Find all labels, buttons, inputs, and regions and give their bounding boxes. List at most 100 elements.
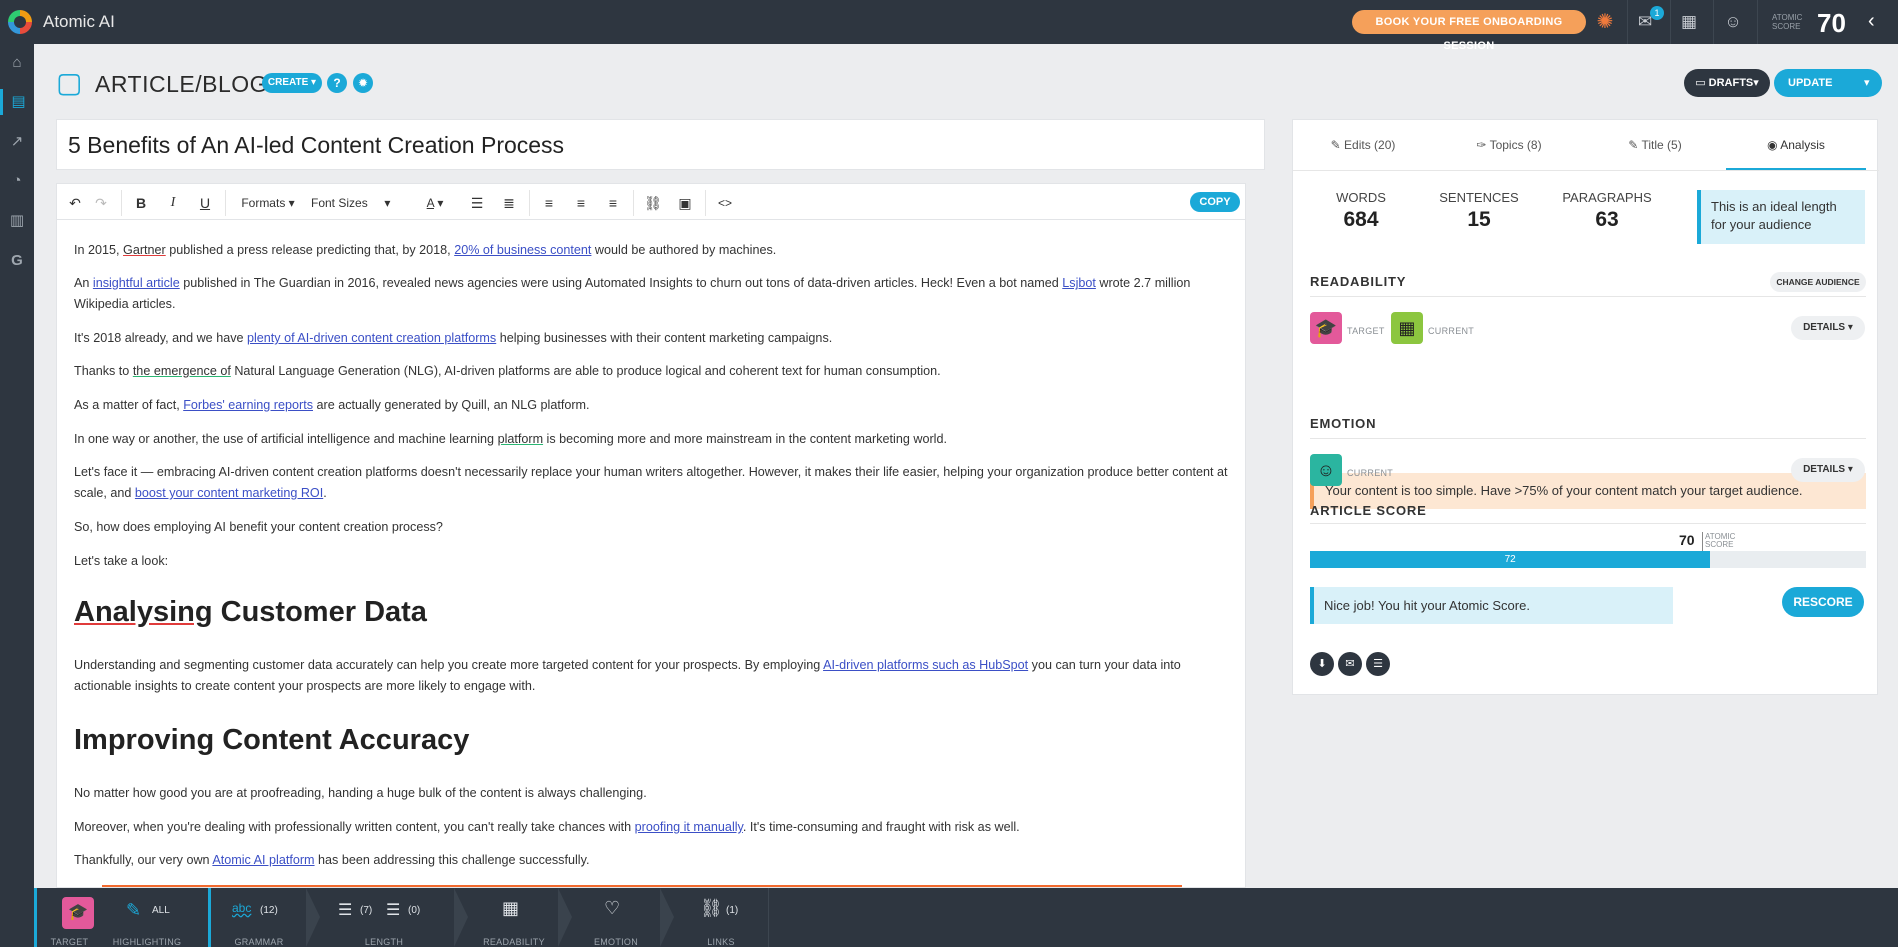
home-icon[interactable]: ⌂ bbox=[0, 50, 34, 76]
heading: Analysing Customer Data bbox=[74, 596, 427, 628]
target-toggle[interactable]: 🎓 TARGET bbox=[34, 888, 102, 947]
document-icon[interactable]: ▤ bbox=[0, 89, 34, 115]
length-toggle[interactable]: ☰ (7) ☰ (0) LENGTH bbox=[324, 888, 444, 947]
divider bbox=[306, 888, 320, 947]
editor-content[interactable]: In 2015, Gartner published a press relea… bbox=[56, 220, 1246, 888]
article-title-field[interactable]: 5 Benefits of An AI-led Content Creation… bbox=[56, 119, 1265, 170]
onboarding-button[interactable]: BOOK YOUR FREE ONBOARDING SESSION bbox=[1352, 10, 1586, 52]
link[interactable]: Lsjbot bbox=[1062, 276, 1096, 290]
divider bbox=[660, 888, 674, 947]
calendar-icon[interactable]: ▦ bbox=[1677, 10, 1701, 34]
link[interactable]: plenty of AI-driven content creation pla… bbox=[247, 331, 496, 345]
link-icon[interactable]: ⛓ bbox=[641, 193, 665, 213]
hubspot-icon[interactable]: ✺ bbox=[1593, 10, 1617, 34]
divider bbox=[1713, 0, 1714, 44]
emotion-title: EMOTION bbox=[1310, 416, 1377, 431]
help-icon[interactable]: ? bbox=[327, 73, 347, 93]
sentences-stat: SENTENCES 15 bbox=[1439, 190, 1519, 231]
bold-icon[interactable]: B bbox=[129, 193, 153, 213]
underline-icon[interactable]: U bbox=[193, 193, 217, 213]
links-toggle[interactable]: ⛓ (1) LINKS bbox=[676, 888, 766, 947]
collapse-icon[interactable]: ‹ bbox=[1868, 10, 1875, 33]
export-icon[interactable]: ↗ bbox=[0, 129, 34, 155]
pen-icon: ✎ bbox=[126, 900, 142, 920]
link[interactable]: proofing it manually bbox=[635, 820, 743, 834]
divider bbox=[705, 190, 706, 216]
readability-details-button[interactable]: DETAILS ▾ bbox=[1791, 316, 1865, 340]
download-icon[interactable]: ⬇ bbox=[1310, 652, 1334, 676]
divider bbox=[1310, 523, 1866, 524]
target-marker bbox=[1702, 532, 1703, 551]
app-title: Atomic AI bbox=[43, 12, 115, 31]
copy-button[interactable]: COPY bbox=[1190, 192, 1240, 212]
link[interactable]: insightful article bbox=[93, 276, 180, 290]
update-button[interactable]: UPDATE ▾ bbox=[1774, 69, 1882, 97]
heading: Improving Content Accuracy bbox=[74, 724, 470, 756]
link[interactable]: boost your content marketing ROI bbox=[135, 486, 323, 500]
link[interactable]: AI-driven platforms such as HubSpot bbox=[823, 658, 1028, 672]
font-sizes-dropdown[interactable]: Font Sizes ▾ bbox=[311, 193, 411, 213]
chevron-down-icon[interactable]: ▾ bbox=[1864, 69, 1870, 97]
link[interactable]: 20% of business content bbox=[454, 243, 591, 257]
paragraph: So, how does employing AI benefit your c… bbox=[74, 520, 443, 534]
sidebar: ⌂ ▤ ↗ ◔ ▥ G bbox=[0, 44, 34, 947]
lightbulb-icon[interactable]: ✹ bbox=[353, 73, 373, 93]
words-stat: WORDS 684 bbox=[1336, 190, 1386, 231]
link-icon: ⛓ bbox=[700, 898, 723, 918]
article-title[interactable]: 5 Benefits of An AI-led Content Creation… bbox=[68, 132, 564, 159]
user-icon[interactable]: ☺ bbox=[1721, 10, 1745, 34]
text-color-icon[interactable]: A ▾ bbox=[417, 193, 453, 213]
divider bbox=[1757, 0, 1758, 44]
redo-icon[interactable]: ↷ bbox=[89, 193, 113, 213]
paragraph: It's 2018 already, and we have plenty of… bbox=[74, 331, 833, 345]
tab-topics[interactable]: ✑ Topics (8) bbox=[1439, 120, 1579, 170]
rescore-button[interactable]: RESCORE bbox=[1782, 587, 1864, 617]
tab-edits[interactable]: ✎ Edits (20) bbox=[1293, 120, 1433, 170]
image-icon[interactable]: ▣ bbox=[673, 193, 697, 213]
history-icon[interactable]: ◔ bbox=[0, 168, 34, 194]
emotion-toggle[interactable]: ♡ EMOTION bbox=[574, 888, 658, 947]
score-bar: 72 bbox=[1310, 551, 1866, 568]
paragraph: As a matter of fact, Forbes' earning rep… bbox=[74, 398, 590, 412]
paragraph: No matter how good you are at proofreadi… bbox=[74, 786, 647, 800]
bullet-list-icon[interactable]: ☰ bbox=[465, 193, 489, 213]
email-icon[interactable]: ✉ bbox=[1338, 652, 1362, 676]
grammar-toggle[interactable]: abc (12) GRAMMAR bbox=[212, 888, 306, 947]
notification-badge: 1 bbox=[1650, 6, 1664, 20]
paragraph: Thanks to the emergence of Natural Langu… bbox=[74, 364, 941, 378]
paragraph: In 2015, Gartner published a press relea… bbox=[74, 243, 777, 257]
readability-toggle[interactable]: ▦ READABILITY bbox=[472, 888, 556, 947]
italic-icon[interactable]: I bbox=[161, 193, 185, 213]
formats-dropdown[interactable]: Formats ▾ bbox=[237, 193, 299, 213]
create-button[interactable]: CREATE ▾ bbox=[262, 73, 322, 93]
divider bbox=[1293, 170, 1879, 171]
paragraph: Thankfully, our very own Atomic AI platf… bbox=[74, 853, 590, 867]
chart-icon[interactable]: ▥ bbox=[0, 208, 34, 234]
undo-icon[interactable]: ↶ bbox=[63, 193, 87, 213]
heart-icon: ♡ bbox=[604, 898, 621, 918]
divider bbox=[1310, 438, 1866, 439]
google-icon[interactable]: G bbox=[0, 248, 34, 274]
highlighting-toggle[interactable]: ✎ ALL HIGHLIGHTING bbox=[104, 888, 190, 947]
emotion-details-button[interactable]: DETAILS ▾ bbox=[1791, 458, 1865, 482]
paragraph-length-icon: ☰ bbox=[338, 902, 353, 919]
numbered-list-icon[interactable]: ≣ bbox=[497, 193, 521, 213]
list-icon[interactable]: ☰ bbox=[1366, 652, 1390, 676]
align-right-icon[interactable]: ≡ bbox=[601, 193, 625, 213]
align-center-icon[interactable]: ≡ bbox=[569, 193, 593, 213]
align-left-icon[interactable]: ≡ bbox=[537, 193, 561, 213]
link[interactable]: Atomic AI platform bbox=[212, 853, 314, 867]
current-label: CURRENT bbox=[1347, 468, 1394, 478]
tab-analysis[interactable]: ◉ Analysis bbox=[1726, 120, 1866, 170]
paragraphs-stat: PARAGRAPHS 63 bbox=[1562, 190, 1652, 231]
drafts-button[interactable]: ▭ DRAFTS▾ bbox=[1684, 69, 1770, 97]
paragraph: An insightful article published in The G… bbox=[74, 276, 1191, 311]
calculator-icon: ▦ bbox=[502, 898, 520, 918]
code-icon[interactable]: <> bbox=[711, 193, 739, 213]
link[interactable]: Forbes' earning reports bbox=[183, 398, 313, 412]
tab-title[interactable]: ✎ Title (5) bbox=[1585, 120, 1725, 170]
graduation-cap-icon: 🎓 bbox=[1310, 312, 1342, 344]
atomic-logo[interactable] bbox=[8, 10, 32, 34]
change-audience-button[interactable]: CHANGE AUDIENCE bbox=[1770, 272, 1866, 292]
divider bbox=[121, 190, 122, 216]
